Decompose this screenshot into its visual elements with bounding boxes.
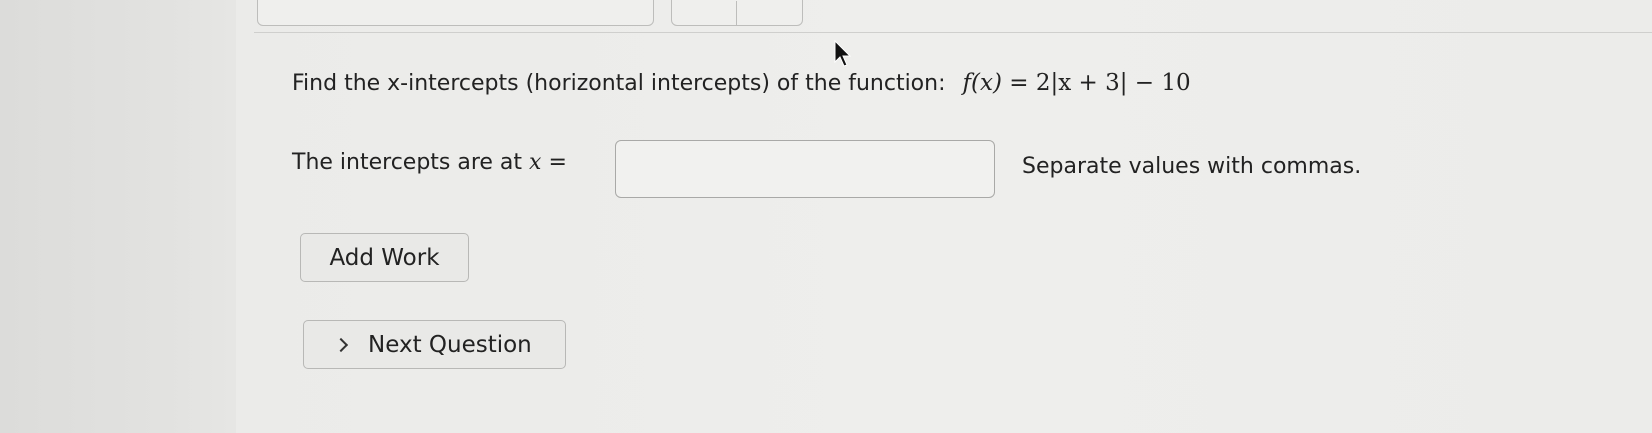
answer-hint: Separate values with commas. xyxy=(1022,154,1362,179)
question-prompt: Find the x-intercepts (horizontal interc… xyxy=(292,71,946,96)
answer-input[interactable] xyxy=(615,140,995,198)
add-work-label: Add Work xyxy=(329,244,440,271)
function-rhs: = 2|x + 3| − 10 xyxy=(1009,70,1191,96)
chevron-right-icon xyxy=(333,337,349,352)
add-work-button[interactable]: Add Work xyxy=(300,233,469,282)
function-lhs: f(x) xyxy=(962,70,1002,96)
tab-divider xyxy=(736,1,737,25)
divider-line xyxy=(254,32,1652,33)
answer-label: The intercepts are at xyxy=(292,150,523,175)
answer-row: The intercepts are at x = xyxy=(292,148,567,178)
next-question-button[interactable]: Next Question xyxy=(303,320,566,369)
answer-variable: x xyxy=(529,150,542,175)
next-question-label: Next Question xyxy=(368,331,532,358)
top-tab-group[interactable] xyxy=(671,0,803,26)
top-tab[interactable] xyxy=(257,0,654,26)
left-margin xyxy=(0,0,236,433)
answer-equals: = xyxy=(548,150,567,175)
question-text: Find the x-intercepts (horizontal interc… xyxy=(292,68,1191,99)
mouse-pointer-icon xyxy=(834,40,852,67)
function-expression: f(x) = 2|x + 3| − 10 xyxy=(963,70,1191,96)
